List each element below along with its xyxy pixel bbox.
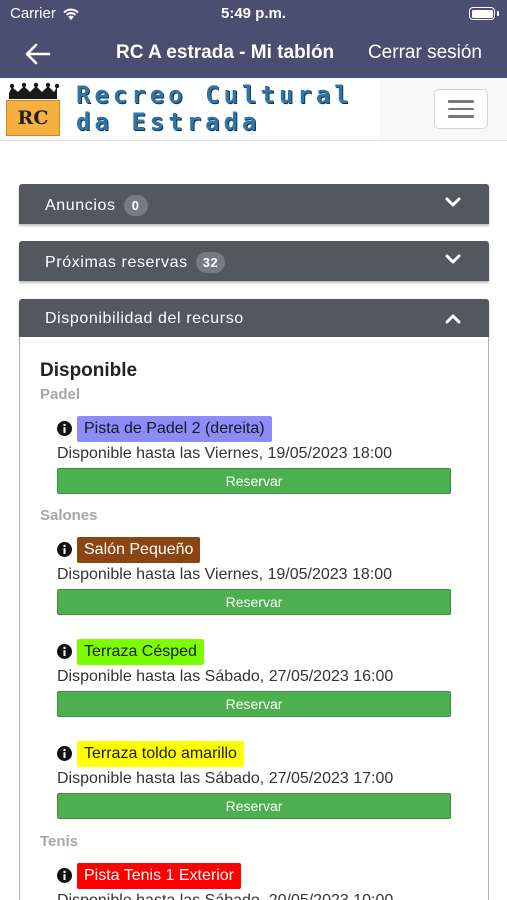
logo-badge: RC [6,100,60,136]
info-icon[interactable] [57,644,72,659]
panel-title: Disponibilidad del recurso [45,310,244,328]
section-heading: Disponible [40,360,138,381]
resource-item: Pista Tenis 1 Exterior Disponible hasta … [57,863,451,900]
availability-text: Disponible hasta las Sábado, 27/05/2023 … [57,668,394,685]
club-logo[interactable]: RC Recreo Cultural da Estrada [0,80,380,139]
info-icon[interactable] [57,746,72,761]
panel-anuncios-header[interactable]: Anuncios 0 [19,184,489,224]
resource-tag[interactable]: Pista Tenis 1 Exterior [77,863,241,889]
reserve-button[interactable]: Reservar [57,589,451,615]
resource-tag[interactable]: Terraza Césped [77,639,204,665]
availability-text: Disponible hasta las Viernes, 19/05/2023… [57,445,393,462]
reserve-button[interactable]: Reservar [57,793,451,819]
resource-item: Terraza toldo amarillo Disponible hasta … [57,741,451,823]
logo-line-1: Recreo Cultural [76,81,353,109]
crown-icon [9,82,60,99]
page-title: RC A estrada - Mi tablón [116,42,335,63]
panel-reservas-header[interactable]: Próximas reservas 32 [19,241,489,281]
resource-tag[interactable]: Salón Pequeño [77,537,201,563]
group-label-padel: Padel [40,386,81,403]
panel-disponibilidad-body: Disponible Padel Pista de Padel 2 (derei… [19,337,489,900]
info-icon[interactable] [57,421,72,436]
hamburger-icon-bar [448,115,474,118]
battery-icon [469,7,495,20]
availability-text: Disponible hasta las Sábado, 20/05/2023 … [57,892,393,900]
resource-tag[interactable]: Terraza toldo amarillo [77,741,244,767]
logo-text: Recreo Cultural da Estrada [76,82,353,136]
info-icon[interactable] [57,868,72,883]
group-label-tenis: Tenis [40,833,79,850]
logout-button[interactable]: Cerrar sesión [368,42,482,64]
panel-title: Próximas reservas 32 [45,252,226,273]
site-header: RC Recreo Cultural da Estrada [0,78,507,141]
battery-tip [497,11,499,16]
back-arrow-icon [25,43,51,65]
status-bar: Carrier 5:49 p.m. [0,0,507,30]
reserve-button[interactable]: Reservar [57,691,451,717]
availability-text: Disponible hasta las Viernes, 19/05/2023… [57,566,393,583]
availability-text: Disponible hasta las Sábado, 27/05/2023 … [57,770,394,787]
panel-reservas-title: Próximas reservas [45,253,188,271]
panel-title: Anuncios 0 [45,195,148,216]
reservas-count-badge: 32 [195,252,226,273]
chevron-down-icon [445,197,461,207]
chevron-down-icon [445,254,461,264]
chevron-up-icon [445,314,461,324]
info-icon[interactable] [57,542,72,557]
hamburger-icon [448,100,474,103]
panel-disponibilidad-header[interactable]: Disponibilidad del recurso [19,299,489,339]
hamburger-icon-bar [448,107,474,111]
logo-line-2: da Estrada [76,108,261,136]
resource-item: Terraza Césped Disponible hasta las Sába… [57,639,451,721]
menu-toggle-button[interactable] [434,89,488,129]
resource-item: Salón Pequeño Disponible hasta las Viern… [57,537,451,619]
nav-bar: RC A estrada - Mi tablón Cerrar sesión [0,30,507,78]
group-label-salones: Salones [40,507,98,524]
resource-tag[interactable]: Pista de Padel 2 (dereita) [77,416,272,442]
panel-anuncios-title: Anuncios [45,196,116,214]
panel-disponibilidad-title: Disponibilidad del recurso [45,310,244,327]
back-button[interactable] [22,39,54,69]
reserve-button[interactable]: Reservar [57,468,451,494]
resource-item: Pista de Padel 2 (dereita) Disponible ha… [57,416,451,498]
status-time: 5:49 p.m. [220,5,287,22]
anuncios-count-badge: 0 [123,195,148,216]
